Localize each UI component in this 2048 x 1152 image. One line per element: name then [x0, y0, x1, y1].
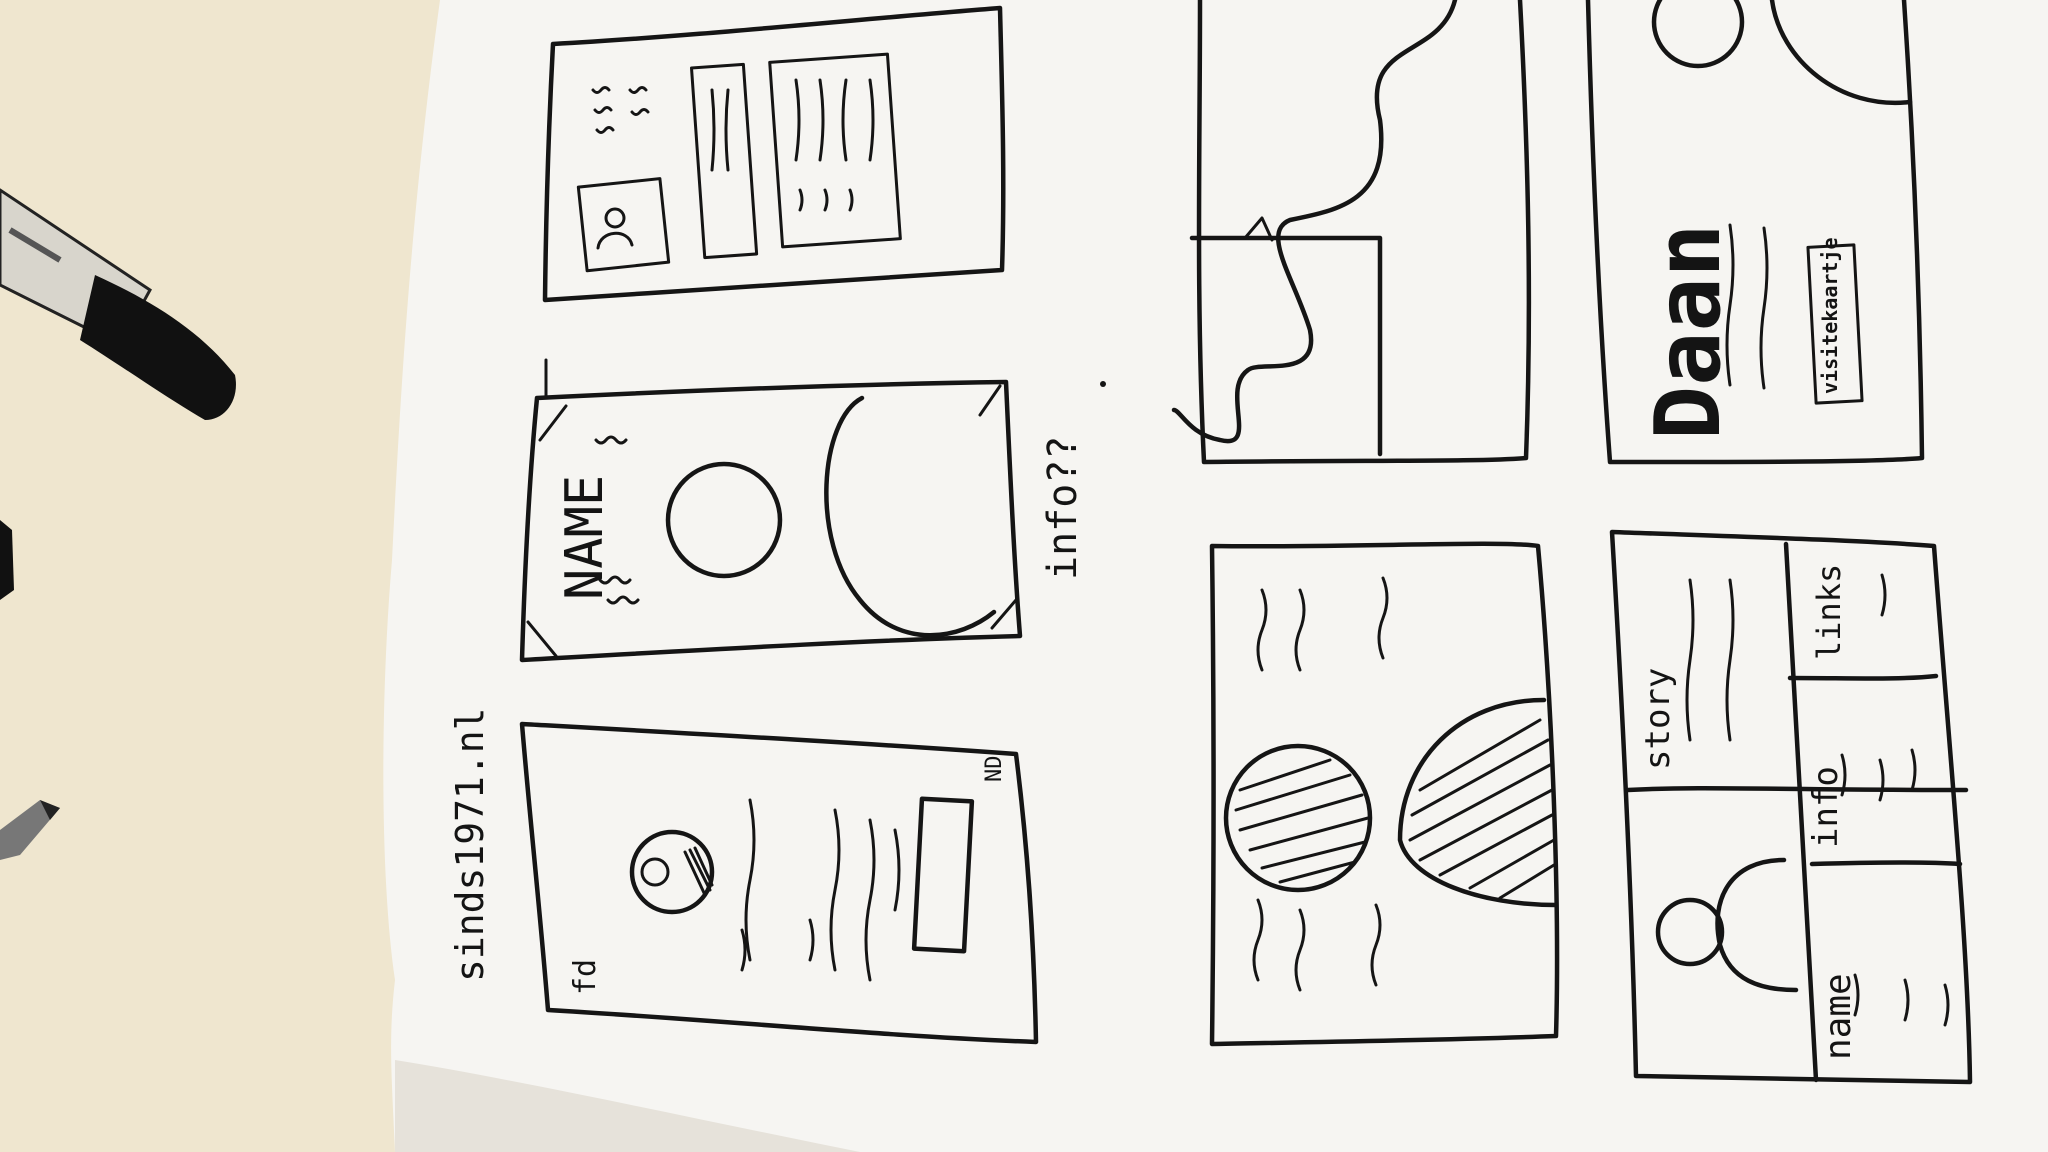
- site-label: sinds1971.nl: [448, 707, 492, 982]
- signature-word: Daan: [1636, 223, 1741, 440]
- sketchbook-page: [383, 0, 2048, 1152]
- panel-story-label: story: [1638, 667, 1678, 770]
- pencil-dot: [1100, 381, 1106, 387]
- business-card-button: visitekaartje: [1818, 237, 1842, 394]
- info-question-label: info??: [1040, 435, 1086, 581]
- corner-label-nd: ND: [982, 755, 1007, 783]
- sketchbook-photo: [0, 0, 2048, 1152]
- panel-name-label: name: [1818, 973, 1859, 1060]
- panel-info-label: info: [1806, 766, 1846, 848]
- panel-links-label: links: [1810, 563, 1848, 660]
- desk-object: [0, 520, 14, 600]
- name-card-label: NAME: [555, 474, 615, 600]
- corner-label-fd: fd: [568, 958, 603, 995]
